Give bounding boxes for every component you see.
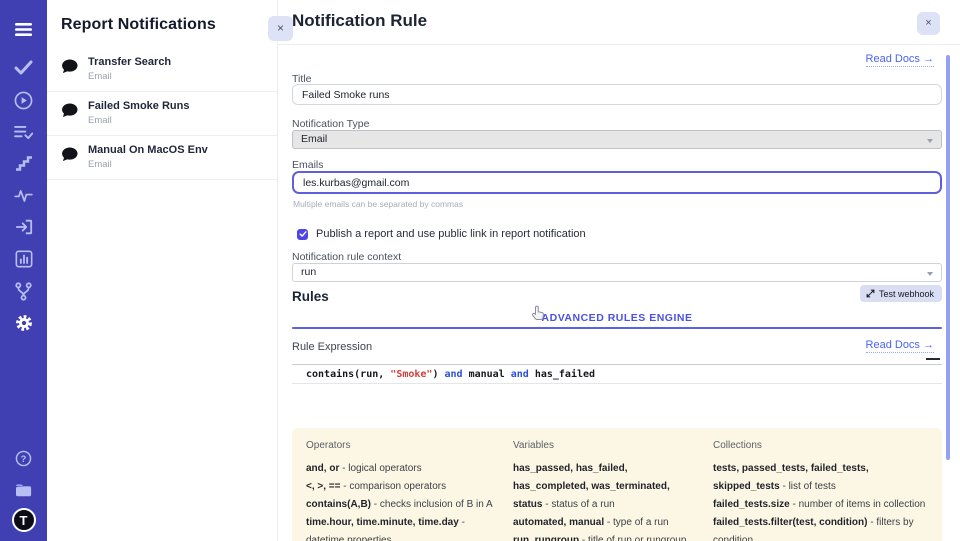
chat-bubble-icon: [61, 59, 78, 79]
app-window: ?T Report Notifications × Transfer Searc…: [0, 0, 960, 541]
rule-context-select[interactable]: run: [292, 263, 942, 282]
notification-type-select[interactable]: Email: [292, 130, 942, 149]
tasks-check-icon[interactable]: [0, 55, 47, 79]
chat-bubble-icon: [61, 147, 78, 167]
notification-title: Failed Smoke Runs: [88, 100, 267, 112]
help-entry: failed_tests.size - number of items in c…: [713, 496, 928, 514]
rules-help-panel: Operators and, or - logical operators<, >…: [292, 428, 942, 541]
help-column-variables: Variables has_passed, has_failed, has_com…: [513, 440, 713, 541]
steps-icon[interactable]: [0, 151, 47, 175]
help-column-operators: Operators and, or - logical operators<, >…: [306, 440, 513, 541]
modal-title: Notification Rule: [292, 11, 427, 31]
notification-title: Transfer Search: [88, 56, 267, 68]
notification-channel: Email: [88, 159, 267, 170]
modal-header: Notification Rule ×: [278, 0, 960, 45]
close-icon: ×: [277, 21, 284, 35]
test-webhook-button[interactable]: Test webhook: [860, 285, 942, 302]
help-entry: contains(A,B) - checks inclusion of B in…: [306, 496, 499, 514]
editor-resize-handle[interactable]: [926, 358, 940, 360]
notification-channel: Email: [88, 71, 267, 82]
help-column-heading: Collections: [713, 440, 928, 451]
read-docs-link[interactable]: Read Docs →: [866, 53, 934, 67]
title-input[interactable]: [292, 84, 942, 105]
svg-text:?: ?: [21, 453, 27, 463]
report-notifications-panel: Report Notifications × Transfer SearchEm…: [47, 0, 277, 541]
help-entry: <, >, == - comparison operators: [306, 478, 499, 496]
rule-expression-label: Rule Expression: [292, 341, 372, 353]
help-entry: and, or - logical operators: [306, 460, 499, 478]
help-icon[interactable]: ?: [0, 446, 47, 470]
settings-gear-icon[interactable]: [0, 311, 47, 335]
sign-in-icon[interactable]: [0, 215, 47, 239]
help-entry: failed_tests.filter(test, condition) - f…: [713, 514, 928, 541]
activity-icon[interactable]: [0, 183, 47, 207]
selected-type-value: Email: [301, 133, 327, 145]
read-docs-link[interactable]: Read Docs →: [866, 339, 934, 353]
help-entry: tests, passed_tests, failed_tests, skipp…: [713, 460, 928, 496]
help-entry: automated, manual - type of a run: [513, 514, 699, 532]
notification-list: Transfer Search Email Failed Smoke Runs Ema…: [47, 48, 277, 180]
app-sidebar: ?T: [0, 0, 47, 541]
webhook-icon: [866, 289, 875, 298]
menu-icon[interactable]: [0, 17, 47, 41]
play-circle-icon[interactable]: [0, 88, 47, 112]
chevron-down-icon: [927, 272, 933, 276]
bar-chart-icon[interactable]: [0, 247, 47, 271]
notification-channel: Email: [88, 115, 267, 126]
emails-label: Emails: [292, 159, 324, 171]
help-column-heading: Variables: [513, 440, 699, 451]
notification-type-label: Notification Type: [292, 118, 369, 130]
close-icon: ×: [925, 17, 931, 29]
scrollbar-thumb[interactable]: [946, 55, 950, 460]
help-entry: run, rungroup - title of run or rungroup: [513, 532, 699, 541]
chat-bubble-icon: [61, 103, 78, 123]
help-column-collections: Collections tests, passed_tests, failed_t…: [713, 440, 928, 541]
test-webhook-label: Test webhook: [879, 289, 934, 299]
selected-context-value: run: [301, 266, 316, 278]
list-check-icon[interactable]: [0, 120, 47, 144]
active-tab-indicator: [292, 327, 942, 329]
publish-checkbox-label: Publish a report and use public link in …: [316, 228, 586, 240]
list-item[interactable]: Manual On MacOS Env Email: [47, 136, 277, 180]
panel-close-button[interactable]: ×: [268, 16, 293, 41]
modal-close-button[interactable]: ×: [917, 12, 940, 35]
publish-report-checkbox-row[interactable]: Publish a report and use public link in …: [297, 228, 586, 240]
list-item[interactable]: Transfer Search Email: [47, 48, 277, 92]
help-entry: time.hour, time.minute, time.day - datet…: [306, 514, 499, 541]
branch-icon[interactable]: [0, 279, 47, 303]
notification-title: Manual On MacOS Env: [88, 144, 267, 156]
projects-folder-icon[interactable]: [0, 478, 47, 502]
help-column-heading: Operators: [306, 440, 499, 451]
notification-rule-modal: Notification Rule × Read Docs → Title No…: [277, 0, 960, 541]
rule-context-label: Notification rule context: [292, 251, 401, 263]
checkbox-checked-icon[interactable]: [297, 229, 308, 240]
rules-heading: Rules: [292, 289, 329, 304]
list-item[interactable]: Failed Smoke Runs Email: [47, 92, 277, 136]
emails-input[interactable]: [292, 171, 942, 194]
tab-label: ADVANCED RULES ENGINE: [542, 307, 693, 324]
emails-hint: Multiple emails can be separated by comm…: [293, 199, 463, 209]
rule-expression-editor[interactable]: contains(run, "Smoke") and manual and ha…: [292, 364, 942, 426]
app-logo[interactable]: T: [0, 508, 47, 532]
chevron-down-icon: [927, 139, 933, 143]
rule-expression-code: contains(run, "Smoke") and manual and ha…: [292, 365, 942, 384]
help-entry: has_passed, has_failed, has_completed, w…: [513, 460, 699, 514]
panel-title: Report Notifications: [61, 16, 265, 34]
